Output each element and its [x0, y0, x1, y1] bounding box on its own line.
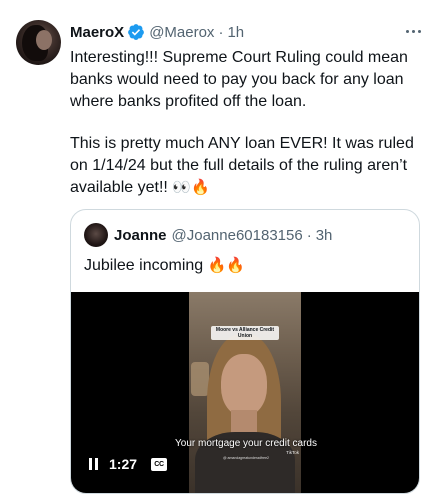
person-face	[221, 354, 267, 416]
avatar-face	[36, 30, 52, 50]
fire-emoji-icon: 🔥	[190, 179, 210, 196]
tweet-header: MaeroX @Maerox · 1h	[70, 22, 244, 42]
tweet-text: Interesting!!! Supreme Court Ruling coul…	[70, 47, 420, 199]
video-player[interactable]: Moore vs Alliance Credit Union Your mort…	[71, 292, 419, 493]
fire-emoji-icon: 🔥	[207, 257, 227, 274]
author-handle[interactable]: @Maerox	[149, 24, 214, 41]
tweet-paragraph-2-text: This is pretty much ANY loan EVER! It wa…	[70, 135, 414, 196]
tweet-time[interactable]: 1h	[227, 24, 244, 41]
separator-dot: ·	[306, 226, 312, 244]
separator-dot: ·	[218, 23, 224, 41]
pause-icon[interactable]	[89, 458, 99, 470]
video-controls: 1:27 CC	[89, 455, 168, 473]
tiktok-watermark-user: @ amandagreatunderadfree2	[223, 456, 269, 460]
fire-emoji-icon: 🔥	[226, 257, 246, 274]
verified-badge-icon	[128, 24, 145, 40]
tweet-paragraph-2: This is pretty much ANY loan EVER! It wa…	[70, 133, 420, 199]
background-lamp	[191, 362, 209, 396]
author-avatar[interactable]	[16, 20, 61, 65]
quote-header: Joanne @Joanne60183156 · 3h	[84, 223, 333, 247]
quote-text-content: Jubilee incoming	[84, 257, 204, 274]
quote-text: Jubilee incoming 🔥🔥	[84, 255, 245, 277]
quote-author-name: Joanne	[114, 226, 167, 244]
quoted-tweet[interactable]: Joanne @Joanne60183156 · 3h Jubilee inco…	[70, 209, 420, 494]
tiktok-watermark: TikTok	[286, 450, 299, 455]
video-subtitle: Your mortgage your credit cards	[175, 438, 317, 449]
eyes-emoji-icon: 👀	[172, 179, 191, 196]
tweet-paragraph-1: Interesting!!! Supreme Court Ruling coul…	[70, 49, 408, 110]
quote-author-avatar	[84, 223, 108, 247]
quote-author-handle: @Joanne60183156	[171, 226, 303, 244]
video-overlay-title: Moore vs Alliance Credit Union	[211, 326, 279, 340]
video-duration: 1:27	[109, 456, 138, 472]
video-frame	[189, 292, 301, 493]
author-name[interactable]: MaeroX	[70, 24, 124, 41]
closed-captions-icon[interactable]: CC	[151, 457, 168, 471]
tweet[interactable]: MaeroX @Maerox · 1h Interesting!!! Supre…	[0, 0, 438, 500]
quote-time: 3h	[315, 226, 333, 244]
more-options-icon[interactable]	[402, 22, 424, 40]
